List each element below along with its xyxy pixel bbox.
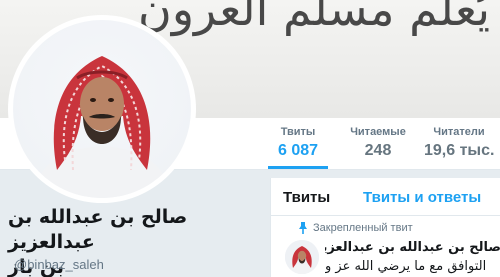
avatar-portrait-icon [285, 240, 319, 274]
tab-tweets-and-replies[interactable]: Твиты и ответы [363, 189, 481, 206]
profile-handle: @binbaz_saleh [14, 257, 104, 272]
stat-followers-value: 19,6 тыс. [424, 142, 495, 159]
stat-following-label: Читаемые [350, 126, 406, 138]
tab-tweets[interactable]: Твиты [283, 189, 330, 206]
stat-followers-label: Читатели [433, 126, 485, 138]
active-tab-underline [268, 166, 328, 169]
profile-avatar[interactable] [8, 15, 196, 203]
banner-calligraphy: يُعلّم مسلم العرون [138, 0, 490, 36]
pinned-label-text: Закрепленный твит [313, 222, 413, 234]
pin-icon [299, 222, 307, 234]
stat-following[interactable]: Читаемые 248 [346, 126, 410, 160]
avatar-portrait-icon [33, 56, 171, 198]
tweet-body: التوافق مع ما يرضي الله عز و [325, 259, 487, 274]
stat-tweets-value: 6 087 [277, 142, 319, 159]
pinned-tweet-label: Закрепленный твит [299, 222, 413, 234]
tweet-author-name: صالح بن عبدالله بن عبدالعزيز بن باز [325, 240, 500, 255]
stat-tweets[interactable]: Твиты 6 087 [268, 126, 328, 169]
pinned-tweet[interactable]: صالح بن عبدالله بن عبدالعزيز بن باز التو… [325, 238, 500, 276]
avatar-photo [13, 20, 191, 198]
stat-followers[interactable]: Читатели 19,6 тыс. [424, 126, 494, 160]
profile-name-line1: صالح بن عبدالله بن عبدالعزيز [8, 206, 188, 253]
timeline-tabs: Твиты Твиты и ответы [271, 178, 500, 216]
timeline-panel: Твиты Твиты и ответы Закрепленный твит ص… [270, 178, 500, 277]
stat-tweets-label: Твиты [280, 126, 316, 138]
stat-following-value: 248 [364, 142, 392, 159]
tweet-author-avatar[interactable] [285, 240, 319, 274]
